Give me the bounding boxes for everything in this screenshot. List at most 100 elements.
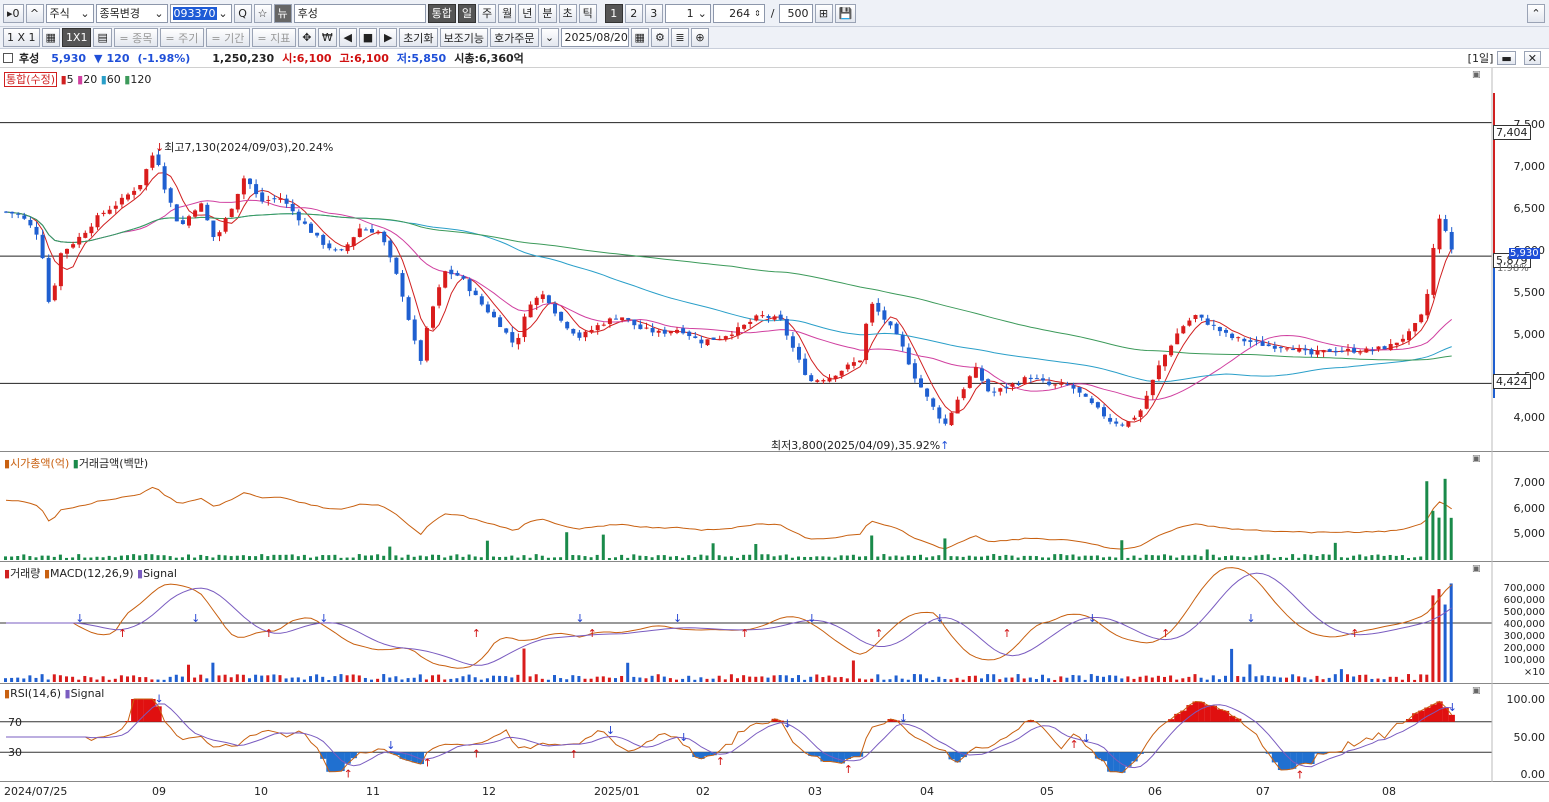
period-year[interactable]: 년: [518, 3, 537, 23]
quote-dropdown[interactable]: ⌄: [540, 28, 559, 47]
candle-body: [632, 319, 637, 326]
candle-body: [217, 232, 222, 237]
candle-body: [345, 244, 350, 252]
price-chart-svg[interactable]: [0, 68, 1549, 452]
stock-menu[interactable]: = 종목: [113, 28, 158, 47]
trade-amount-bar: [1022, 555, 1026, 560]
grid-icon[interactable]: ▦: [41, 28, 60, 47]
candle-body: [1126, 421, 1131, 427]
volume-bar: [40, 674, 44, 682]
multiplier-3[interactable]: 3: [644, 3, 663, 23]
mode-button[interactable]: ▸0: [3, 3, 24, 23]
move-icon[interactable]: ✥: [297, 28, 316, 47]
period-week[interactable]: 주: [478, 3, 497, 23]
candle-body: [382, 231, 387, 243]
trade-amount-bar: [241, 555, 245, 560]
close-icon[interactable]: ✕: [1523, 51, 1541, 65]
toolbar-secondary: 1 X 1 ▦ 1X1 ▤ = 종목 = 주기 = 기간 = 지표 ✥ ₩ ◀ …: [0, 27, 1549, 49]
trade-amount-bar: [937, 555, 941, 560]
search-icon[interactable]: Q: [233, 3, 252, 23]
max-count-input[interactable]: 500: [778, 3, 813, 23]
trade-amount-bar: [431, 554, 434, 560]
integrated-button[interactable]: 통합: [427, 3, 456, 23]
zoom-1x1-button[interactable]: 1 X 1: [3, 28, 40, 47]
next-button[interactable]: ▶: [379, 28, 398, 47]
candle-body: [46, 257, 51, 302]
price-chart-pane[interactable]: 통합(수정) ▮5 ▮20 ▮60 ▮120 7,500 7,000 6,500…: [0, 68, 1549, 452]
range-menu[interactable]: = 기간: [205, 28, 250, 47]
calendar-icon[interactable]: ▦: [630, 28, 649, 47]
volume-bar: [626, 662, 630, 682]
news-button[interactable]: 뉴: [273, 3, 292, 23]
zoom-icon[interactable]: ⊕: [690, 28, 709, 47]
chart-layout-icon[interactable]: ▤: [93, 28, 112, 47]
minimize-icon[interactable]: ▬: [1497, 51, 1516, 65]
volume-bar: [772, 675, 776, 682]
n-value-select[interactable]: 1 ⌄: [664, 3, 711, 23]
market-cap-line: [5, 486, 1452, 550]
add-window-icon[interactable]: ⊞: [814, 3, 833, 23]
trade-amount-bar: [83, 557, 87, 560]
toolbar-main: ▸0 ^ 주식 ⌄ 종목변경 ⌄ 093370 ⌄ Q ☆ 뉴 후성 통합 일 주 월…: [0, 0, 1549, 27]
multiplier-2[interactable]: 2: [624, 3, 643, 23]
macd-chart-svg[interactable]: ↓ ↑ ↓ ↑ ↓ ↑ ↓ ↑ ↓ ↑ ↓ ↑ ↓ ↑ ↓ ↑ ↓ ↑: [0, 562, 1549, 684]
candle-body: [1120, 424, 1125, 426]
market-cap-pane[interactable]: ▮시가총액(억) ▮거래금액(백만) 7,000 6,000 5,000 ▣: [0, 452, 1549, 562]
checkbox[interactable]: [3, 53, 13, 63]
rsi-pane[interactable]: ▮RSI(14,6) ▮Signal ↓ ↑ ↓ ↑ ↑ ↑ ↓ ↓ ↑ ↓ ↑ ↓ ↑ ↓ ↑ ↓ 70 3…: [0, 684, 1549, 782]
stock-name-field[interactable]: 후성: [293, 3, 426, 23]
up-button[interactable]: ^: [25, 3, 44, 23]
x-tick: 12: [482, 785, 496, 798]
trade-amount-bar: [424, 556, 428, 560]
moving-average-line: [5, 211, 1452, 361]
stock-code-input[interactable]: 093370 ⌄: [169, 3, 232, 23]
count-stepper[interactable]: 264 ⇕: [712, 3, 765, 23]
trade-amount-bar: [290, 554, 294, 560]
quote-order-button[interactable]: 호가주문: [490, 28, 539, 47]
period-minute[interactable]: 분: [538, 3, 557, 23]
pane-maximize-icon[interactable]: ▣: [1472, 564, 1481, 574]
multiplier-1[interactable]: 1: [604, 3, 623, 23]
volume-bar: [1285, 677, 1288, 682]
star-icon[interactable]: ☆: [253, 3, 272, 23]
volume-bar: [1150, 677, 1154, 682]
won-icon[interactable]: ₩: [317, 28, 337, 47]
period-month[interactable]: 월: [498, 3, 517, 23]
indicator-menu[interactable]: = 지표: [251, 28, 296, 47]
period-menu[interactable]: = 주기: [159, 28, 204, 47]
save-icon[interactable]: 💾: [834, 3, 857, 23]
trade-amount-bar: [583, 556, 587, 560]
pane-maximize-icon[interactable]: ▣: [1472, 454, 1481, 464]
period-day[interactable]: 일: [457, 3, 477, 23]
period-second[interactable]: 초: [558, 3, 577, 23]
date-input[interactable]: 2025/08/20: [560, 28, 629, 47]
volume-bar: [998, 679, 1002, 682]
rsi-chart-svg[interactable]: ↓↑↓↑↑ ↑↓↓↑↓↑↓↑ ↓↑↓: [0, 684, 1549, 782]
rsi-line: [6, 698, 1453, 774]
pane-maximize-icon[interactable]: ▣: [1472, 686, 1481, 696]
candle-body: [10, 211, 15, 214]
change-stock-select[interactable]: 종목변경 ⌄: [95, 3, 168, 23]
volume-bar: [1370, 678, 1374, 682]
candle-body: [1443, 219, 1448, 231]
trade-amount-bar: [1169, 555, 1173, 560]
candle-body: [34, 226, 39, 235]
aux-function-button[interactable]: 보조기능: [439, 28, 489, 47]
prev-button[interactable]: ◀: [338, 28, 357, 47]
pane-maximize-icon[interactable]: ▣: [1472, 70, 1481, 80]
indicator-list-icon[interactable]: ≣: [670, 28, 689, 47]
settings-icon[interactable]: ⚙: [650, 28, 669, 47]
cap-chart-svg[interactable]: [0, 452, 1549, 562]
period-tick[interactable]: 틱: [578, 3, 597, 23]
trade-amount-bar: [473, 556, 477, 560]
zoom-1x1-active-button[interactable]: 1X1: [61, 28, 92, 47]
collapse-icon[interactable]: ⌃: [1527, 3, 1545, 23]
stop-button[interactable]: ■: [358, 28, 378, 47]
trade-amount-bar: [370, 555, 373, 560]
trade-amount-bar: [272, 554, 276, 560]
reset-button[interactable]: 초기화: [399, 28, 438, 47]
macd-pane[interactable]: ▮거래량 ▮MACD(12,26,9) ▮Signal ↓ ↑ ↓ ↑ ↓ ↑ ↓ ↑ ↓ ↑ ↓ ↑…: [0, 562, 1549, 684]
volume-bar: [1022, 678, 1026, 682]
market-select[interactable]: 주식 ⌄: [45, 3, 94, 23]
candle-body: [357, 228, 362, 237]
